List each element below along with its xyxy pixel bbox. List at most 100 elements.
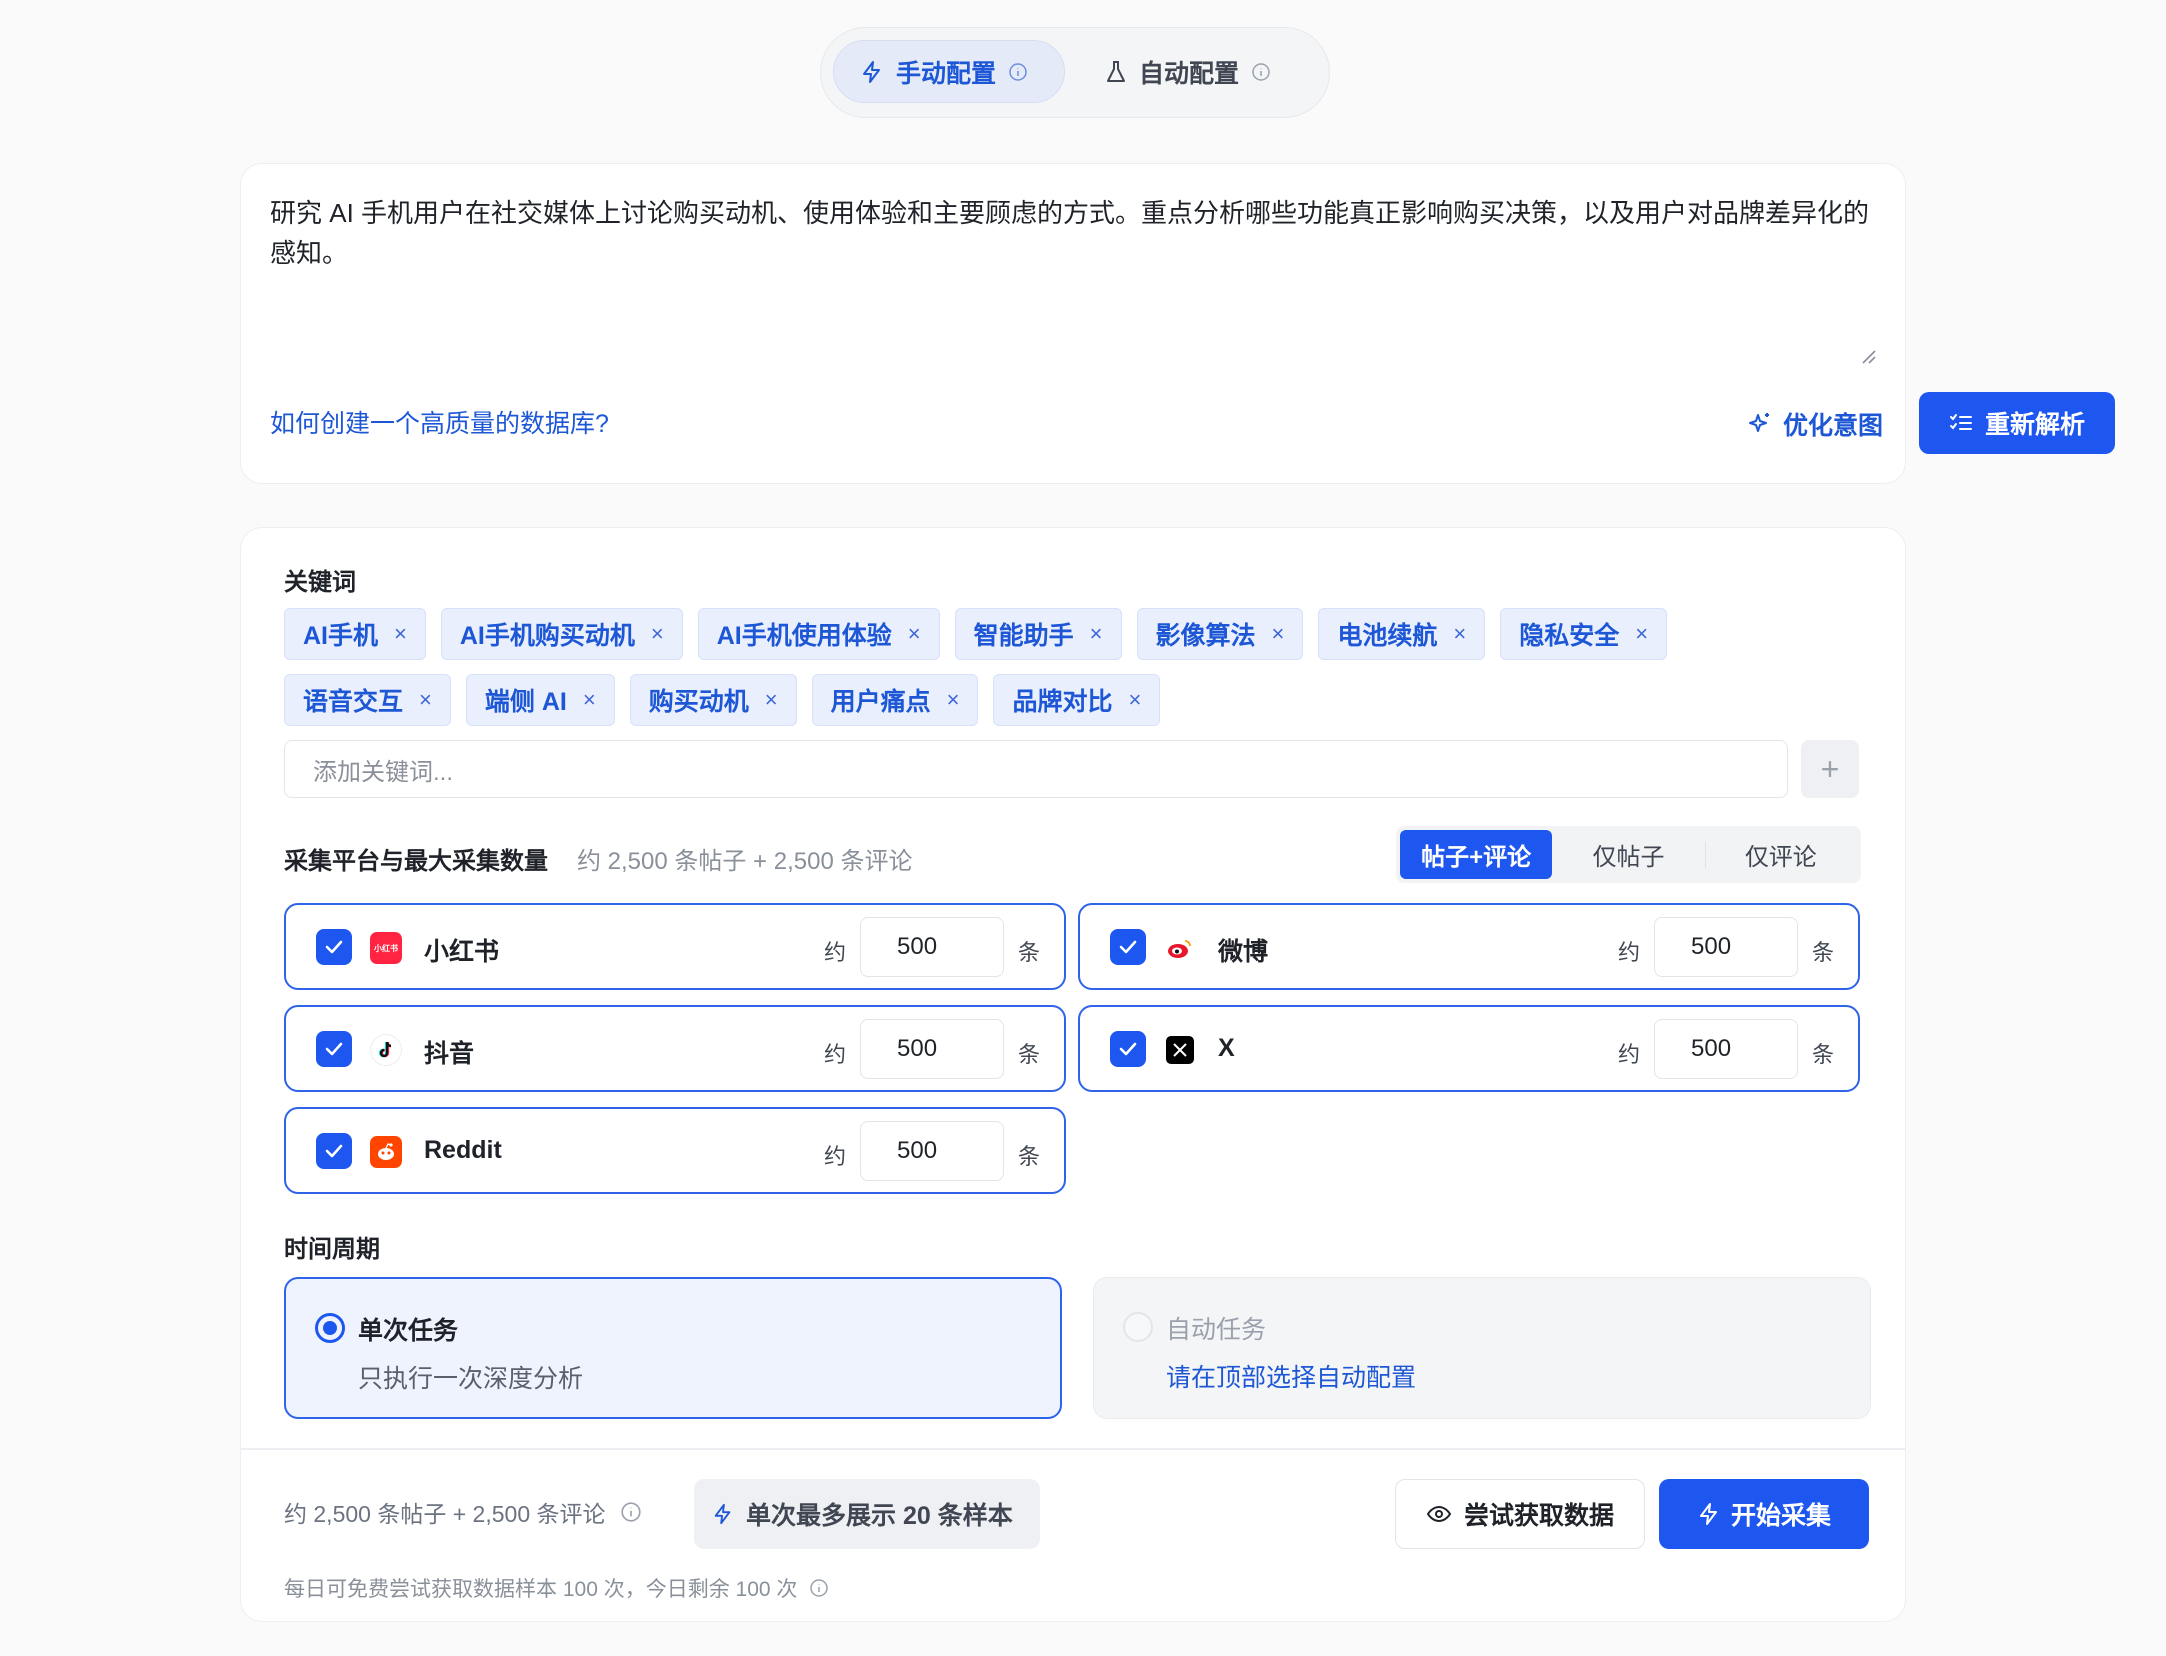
remove-keyword-icon[interactable]: × <box>1090 621 1103 647</box>
keyword-chip[interactable]: 品牌对比 × <box>993 674 1161 726</box>
mode-switch: 手动配置 自动配置 <box>820 27 1330 118</box>
x-logo-icon <box>1166 1036 1194 1064</box>
platform-name: 小红书 <box>424 938 500 966</box>
tab-manual-config[interactable]: 手动配置 <box>833 40 1065 103</box>
keywords-title: 关键词 <box>284 569 356 596</box>
count-input[interactable]: 500 <box>860 1019 1004 1079</box>
keyword-chip-label: 智能助手 <box>973 622 1074 650</box>
checkbox[interactable] <box>316 929 352 965</box>
keyword-chip[interactable]: 电池续航 × <box>1318 608 1486 660</box>
remove-keyword-icon[interactable]: × <box>1635 621 1648 647</box>
keyword-chip-label: 隐私安全 <box>1519 622 1620 650</box>
platforms-title: 采集平台与最大采集数量 <box>284 848 548 875</box>
keyword-chip[interactable]: AI手机 × <box>284 608 426 660</box>
reddit-logo-icon <box>370 1136 402 1168</box>
sparkle-icon <box>1747 411 1773 437</box>
content-type-segmented: 帖子+评论 仅帖子 仅评论 <box>1396 826 1861 883</box>
keyword-input[interactable]: 添加关键词... <box>284 740 1788 798</box>
platform-card-x[interactable]: X 约 500 条 <box>1078 1005 1860 1092</box>
reparse-label: 重新解析 <box>1984 411 2085 439</box>
remove-keyword-icon[interactable]: × <box>651 621 664 647</box>
keyword-chip-label: 用户痛点 <box>830 688 931 716</box>
resize-handle-icon[interactable] <box>1859 347 1877 365</box>
prompt-textarea[interactable]: 研究 AI 手机用户在社交媒体上讨论购买动机、使用体验和主要顾虑的方式。重点分析… <box>270 193 1880 273</box>
remove-keyword-icon[interactable]: × <box>1453 621 1466 647</box>
try-fetch-button[interactable]: 尝试获取数据 <box>1395 1479 1645 1549</box>
segment-posts-comments[interactable]: 帖子+评论 <box>1400 830 1553 879</box>
keyword-chip-label: AI手机 <box>303 622 379 650</box>
count-input[interactable]: 500 <box>860 917 1004 977</box>
flask-icon <box>1105 60 1127 84</box>
tab-auto-config[interactable]: 自动配置 <box>1079 40 1297 103</box>
platform-name: X <box>1218 1034 1235 1062</box>
keyword-chip[interactable]: 购买动机 × <box>629 674 797 726</box>
radio-selected[interactable] <box>315 1313 345 1343</box>
info-icon[interactable] <box>1251 62 1271 82</box>
count-input[interactable]: 500 <box>1654 1019 1798 1079</box>
douyin-logo-icon <box>370 1034 402 1066</box>
help-link[interactable]: 如何创建一个高质量的数据库? <box>270 404 609 440</box>
remove-keyword-icon[interactable]: × <box>765 687 778 713</box>
unit-label: 条 <box>1018 1144 1041 1169</box>
keyword-chip-label: 影像算法 <box>1155 622 1256 650</box>
segment-comments-only[interactable]: 仅评论 <box>1704 830 1857 879</box>
remove-keyword-icon[interactable]: × <box>1128 687 1141 713</box>
remove-keyword-icon[interactable]: × <box>947 687 960 713</box>
quota-note: 每日可免费尝试获取数据样本 100 次，今日剩余 100 次 <box>284 1573 829 1603</box>
period-auto-task: 自动任务 请在顶部选择自动配置 <box>1093 1277 1871 1419</box>
info-icon[interactable] <box>1008 62 1028 82</box>
xiaohongshu-logo-icon: 小红书 <box>370 932 402 964</box>
keyword-chip[interactable]: AI手机使用体验 × <box>697 608 940 660</box>
lightning-icon <box>860 60 884 84</box>
period-single-title: 单次任务 <box>358 1317 459 1345</box>
quota-text: 每日可免费尝试获取数据样本 100 次，今日剩余 100 次 <box>284 1578 798 1601</box>
platform-card-xiaohongshu[interactable]: 小红书 小红书 约 500 条 <box>284 903 1066 990</box>
platform-card-weibo[interactable]: 微博 约 500 条 <box>1078 903 1860 990</box>
keyword-chip-label: 语音交互 <box>303 688 404 716</box>
keyword-chip[interactable]: 端侧 AI × <box>465 674 615 726</box>
remove-keyword-icon[interactable]: × <box>1272 621 1285 647</box>
remove-keyword-icon[interactable]: × <box>394 621 407 647</box>
lightning-icon <box>712 1503 734 1525</box>
approx-label: 约 <box>1618 940 1641 965</box>
add-keyword-button[interactable]: + <box>1801 740 1859 798</box>
keyword-chip[interactable]: 智能助手 × <box>954 608 1122 660</box>
remove-keyword-icon[interactable]: × <box>908 621 921 647</box>
keyword-chip[interactable]: 用户痛点 × <box>811 674 979 726</box>
keyword-row-1: AI手机 × AI手机购买动机 × AI手机使用体验 × 智能助手 × 影像算法 × 电池续航 × 隐私… <box>284 608 1864 660</box>
divider <box>241 1448 1905 1450</box>
checkbox[interactable] <box>316 1133 352 1169</box>
remove-keyword-icon[interactable]: × <box>419 687 432 713</box>
optimize-label: 优化意图 <box>1783 412 1884 440</box>
keyword-chip[interactable]: 语音交互 × <box>284 674 451 726</box>
platform-card-douyin[interactable]: 抖音 约 500 条 <box>284 1005 1066 1092</box>
keyword-chip[interactable]: 影像算法 × <box>1136 608 1304 660</box>
keyword-chip-label: AI手机使用体验 <box>716 622 892 650</box>
keyword-chip[interactable]: 隐私安全 × <box>1500 608 1668 660</box>
radio-disabled <box>1123 1312 1153 1342</box>
period-single-task[interactable]: 单次任务 只执行一次深度分析 <box>284 1277 1062 1419</box>
keyword-chip-label: AI手机购买动机 <box>459 622 635 650</box>
checkbox[interactable] <box>1110 929 1146 965</box>
count-input[interactable]: 500 <box>1654 917 1798 977</box>
try-fetch-label: 尝试获取数据 <box>1463 1502 1614 1530</box>
count-input[interactable]: 500 <box>860 1121 1004 1181</box>
checkbox[interactable] <box>316 1031 352 1067</box>
reparse-button[interactable]: 重新解析 <box>1919 392 2115 454</box>
platform-card-reddit[interactable]: Reddit 约 500 条 <box>284 1107 1066 1194</box>
info-icon[interactable] <box>809 1578 829 1598</box>
period-auto-hint-link[interactable]: 请在顶部选择自动配置 <box>1166 1358 1416 1394</box>
keyword-chip-label: 购买动机 <box>648 688 749 716</box>
sample-limit-badge: 单次最多展示 20 条样本 <box>694 1479 1040 1549</box>
start-collect-button[interactable]: 开始采集 <box>1659 1479 1869 1549</box>
keyword-chip-label: 电池续航 <box>1337 622 1438 650</box>
checkbox[interactable] <box>1110 1031 1146 1067</box>
info-icon[interactable] <box>620 1501 642 1523</box>
keyword-chips: AI手机 × AI手机购买动机 × AI手机使用体验 × 智能助手 × 影像算法 × 电池续航 × 隐私… <box>284 608 1864 740</box>
optimize-intent-button[interactable]: 优化意图 <box>1747 401 1883 447</box>
estimate-text: 约 2,500 条帖子 + 2,500 条评论 <box>284 1501 606 1527</box>
tab-auto-label: 自动配置 <box>1139 59 1240 88</box>
keyword-chip[interactable]: AI手机购买动机 × <box>440 608 683 660</box>
remove-keyword-icon[interactable]: × <box>583 687 596 713</box>
segment-posts-only[interactable]: 仅帖子 <box>1552 830 1704 879</box>
